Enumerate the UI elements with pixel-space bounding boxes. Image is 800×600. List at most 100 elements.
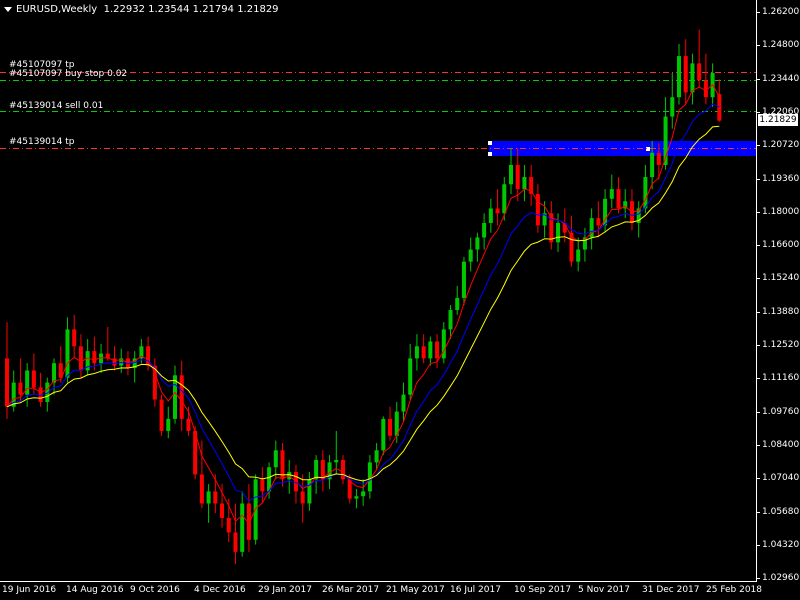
candle — [441, 322, 446, 364]
candle — [616, 177, 621, 214]
candle — [408, 343, 413, 400]
time-label: 9 Oct 2016 — [130, 585, 180, 595]
candle — [488, 198, 493, 233]
candle — [78, 334, 83, 378]
candle-body — [31, 370, 36, 388]
candle — [690, 53, 695, 105]
candle — [401, 382, 406, 422]
candle-body — [388, 418, 393, 436]
candle-body — [428, 341, 433, 359]
candle-body — [260, 479, 265, 492]
candle-body — [475, 237, 480, 250]
candle-body — [690, 63, 695, 93]
candle — [72, 314, 77, 359]
zone-handle-top[interactable] — [488, 141, 492, 145]
candle-body — [186, 418, 191, 431]
candle-body — [656, 152, 661, 165]
candle — [529, 164, 534, 207]
candle — [683, 39, 688, 105]
candle-body — [461, 261, 466, 298]
candle-body — [495, 208, 500, 214]
order-label-tp-2: #45139014 tp — [9, 137, 75, 147]
candle-body — [52, 363, 57, 383]
candle-body — [159, 399, 164, 431]
candle-body — [421, 346, 426, 359]
price-tick-label: 1.16600 — [756, 240, 800, 251]
candle-body — [596, 218, 601, 226]
candle-body — [5, 358, 9, 407]
candle-body — [361, 491, 366, 497]
candle — [240, 491, 245, 557]
time-label: 5 Nov 2017 — [578, 585, 630, 595]
candle — [670, 73, 675, 129]
candle-body — [314, 459, 319, 480]
candle-body — [468, 249, 473, 262]
candle-body — [341, 459, 345, 480]
candle — [428, 336, 433, 366]
candle-body — [515, 164, 520, 190]
chart-area[interactable]: EURUSD,Weekly 1.22932 1.23544 1.21794 1.… — [0, 0, 757, 582]
price-tick-label: 1.08400 — [756, 439, 800, 450]
price-tick-label: 1.20720 — [756, 140, 800, 151]
candle-body — [488, 208, 493, 223]
candle-body — [381, 418, 386, 451]
time-label: 4 Dec 2016 — [194, 585, 246, 595]
candle — [381, 416, 386, 456]
candle — [45, 377, 50, 412]
candle-body — [300, 491, 305, 504]
price-tick-label: 1.26200 — [756, 7, 800, 17]
candle — [495, 189, 500, 226]
candle — [697, 29, 702, 88]
price-tick-label: 1.18000 — [756, 206, 800, 217]
candle — [522, 164, 527, 202]
time-axis[interactable]: 19 Jun 2016 14 Aug 2016 9 Oct 2016 4 Dec… — [0, 582, 762, 600]
candle — [300, 474, 305, 523]
candle — [280, 443, 285, 487]
time-label: 29 Jan 2017 — [258, 585, 312, 595]
candle-body — [717, 94, 722, 121]
order-label-buy-stop: #45107097 buy stop 0.02 — [9, 69, 128, 79]
candle-body — [670, 97, 675, 117]
candle — [314, 455, 319, 494]
price-chart[interactable] — [0, 0, 757, 582]
candle-body — [213, 491, 218, 504]
zone-handle-bottom[interactable] — [488, 152, 492, 156]
price-tick-label: 1.05680 — [756, 506, 800, 517]
candle — [85, 339, 90, 376]
candle-body — [697, 63, 702, 81]
candle-body — [455, 297, 460, 311]
price-tick-label: 1.12520 — [756, 340, 800, 350]
candle — [179, 360, 184, 431]
candle-body — [72, 329, 77, 347]
candle — [677, 44, 681, 105]
candle-body — [522, 177, 527, 190]
candle — [468, 237, 473, 272]
candle — [260, 467, 265, 504]
price-tick-label: 1.24800 — [756, 40, 800, 51]
candle-body — [509, 164, 513, 185]
candle — [38, 372, 43, 407]
candle — [703, 53, 708, 105]
time-label: 21 May 2017 — [386, 585, 445, 595]
candle — [609, 174, 614, 209]
candle — [421, 334, 426, 364]
dropdown-arrow-icon[interactable] — [4, 6, 12, 12]
candle — [166, 406, 171, 439]
candle-body — [18, 382, 23, 395]
candle-body — [354, 496, 359, 499]
price-axis[interactable]: 1.26200 1.24800 1.23440 1.22060 1.20720 1.193… — [756, 0, 800, 584]
candle — [435, 334, 440, 369]
price-tick-label: 1.02960 — [756, 573, 800, 584]
candle-body — [576, 249, 581, 262]
candle-body — [435, 341, 440, 359]
candle — [341, 455, 345, 485]
candle — [589, 208, 594, 250]
price-tick-label: 1.23440 — [756, 73, 800, 84]
candle — [112, 346, 117, 371]
candle — [320, 450, 325, 492]
candle — [233, 503, 238, 564]
candle — [159, 394, 164, 436]
candle — [388, 406, 393, 441]
candle-body — [482, 222, 487, 238]
candle — [576, 237, 581, 272]
